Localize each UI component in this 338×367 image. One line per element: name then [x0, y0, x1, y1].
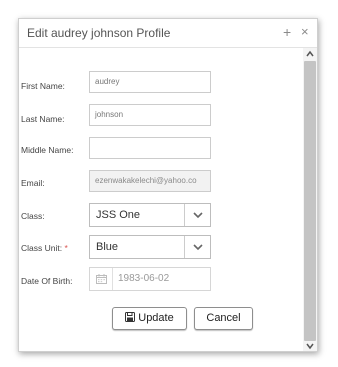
update-button[interactable]: Update [112, 307, 187, 330]
scroll-down-icon[interactable] [305, 341, 315, 351]
date-divider [112, 268, 113, 290]
scroll-up-icon[interactable] [305, 49, 315, 59]
last-name-label: Last Name: [21, 114, 65, 124]
date-of-birth-label: Date Of Birth: [21, 276, 73, 286]
last-name-field[interactable]: johnson [89, 104, 211, 126]
scrollbar-thumb[interactable] [304, 61, 316, 341]
close-icon[interactable]: × [301, 24, 309, 40]
calendar-icon[interactable] [96, 274, 107, 284]
class-unit-select-value: Blue [96, 241, 119, 253]
email-field: ezenwakakelechi@yahoo.co [89, 170, 211, 192]
cancel-button[interactable]: Cancel [194, 307, 253, 330]
screen: Edit audrey johnson Profile + × First Na… [0, 0, 338, 367]
update-button-label: Update [138, 312, 174, 324]
select-divider [184, 236, 185, 258]
first-name-field[interactable]: audrey [89, 71, 211, 93]
first-name-label: First Name: [21, 81, 65, 91]
class-select[interactable]: JSS One [89, 203, 211, 227]
dialog-content: First Name: audrey Last Name: johnson Mi… [19, 48, 301, 351]
required-asterisk: * [64, 243, 68, 253]
dialog-title: Edit audrey johnson Profile [27, 26, 171, 40]
class-unit-label-text: Class Unit: [21, 243, 63, 253]
date-of-birth-value: 1983-06-02 [118, 273, 170, 284]
class-unit-select[interactable]: Blue [89, 235, 211, 259]
edit-profile-dialog: Edit audrey johnson Profile + × First Na… [18, 18, 318, 352]
email-label: Email: [21, 178, 45, 188]
maximize-icon[interactable]: + [283, 24, 291, 40]
floppy-disk-icon [125, 312, 136, 323]
class-unit-label: Class Unit: * [21, 243, 68, 253]
chevron-down-icon[interactable] [192, 210, 204, 220]
middle-name-label: Middle Name: [21, 145, 74, 155]
class-label: Class: [21, 211, 45, 221]
chevron-down-icon[interactable] [192, 242, 204, 252]
dialog-titlebar: Edit audrey johnson Profile + × [19, 19, 317, 48]
class-select-value: JSS One [96, 209, 141, 221]
vertical-scrollbar[interactable] [303, 48, 317, 351]
select-divider [184, 204, 185, 226]
date-of-birth-field[interactable]: 1983-06-02 [89, 267, 211, 291]
middle-name-field[interactable] [89, 137, 211, 159]
